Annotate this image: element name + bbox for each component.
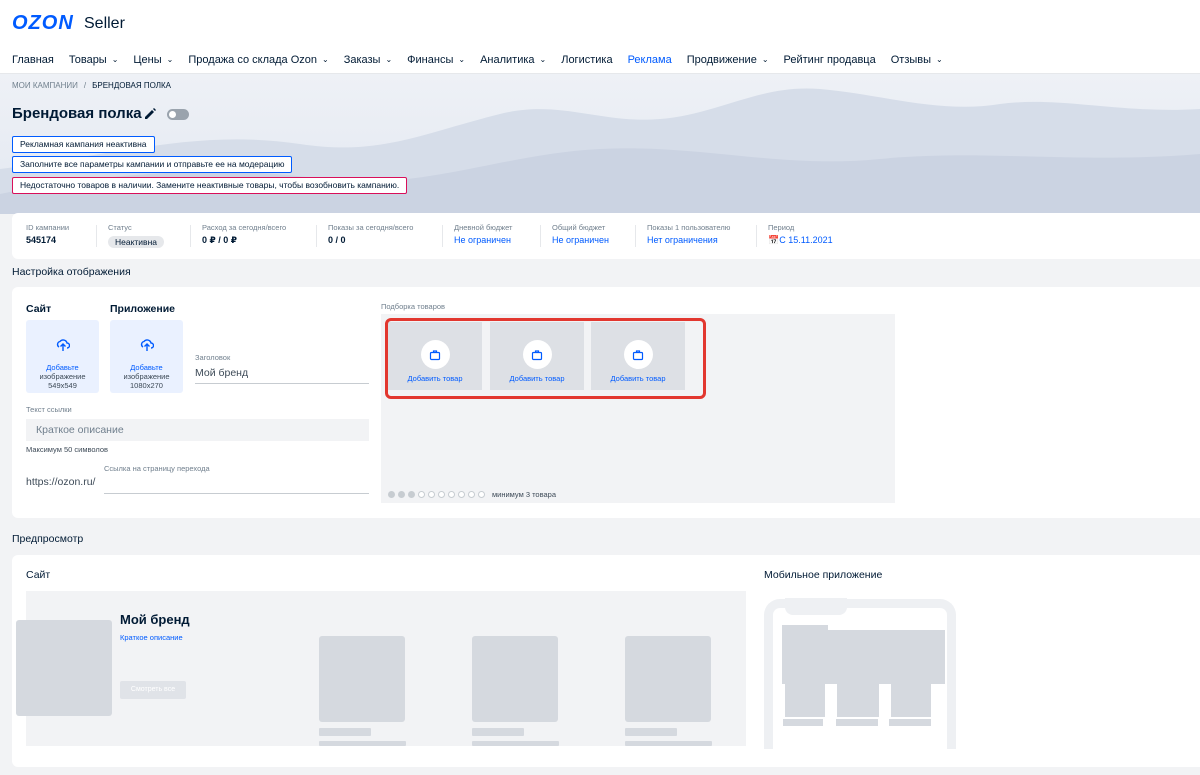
product-count-indicator: минимум 3 товара [388, 490, 556, 499]
nav-item-ads[interactable]: Реклама [628, 54, 672, 66]
stat-shows: Показы за сегодня/всего 0 / 0 [328, 223, 414, 245]
nav-item-promotion[interactable]: Продвижение ⌄ [687, 54, 769, 66]
display-settings-title: Настройка отображения [12, 266, 131, 278]
nav-item-products[interactable]: Товары ⌄ [69, 54, 119, 66]
preview-site-label: Сайт [26, 569, 51, 581]
notice-moderation: Заполните все параметры кампании и отпра… [12, 156, 293, 173]
nav-item-ozon-warehouse[interactable]: Продажа со склада Ozon ⌄ [188, 54, 328, 66]
nav-item-finance[interactable]: Финансы ⌄ [407, 54, 465, 66]
daily-budget-link[interactable]: Не ограничен [454, 235, 512, 245]
chevron-down-icon: ⌄ [458, 55, 466, 64]
top-bar: OZON Seller [0, 0, 1200, 46]
period-link[interactable]: 📅С 15.11.2021 [768, 235, 833, 246]
breadcrumb-current: Брендовая полка [92, 81, 171, 90]
url-label: Ссылка на страницу перехода [104, 464, 210, 473]
campaign-stats: ID кампании 545174 Статус Неактивна Расход… [12, 213, 1200, 259]
preview-title: Предпросмотр [12, 533, 84, 545]
preview-view-all-button: Смотреть все [120, 681, 186, 699]
notice-stock-warning: Недостаточно товаров в наличии. Замените… [12, 177, 408, 194]
url-prefix: https://ozon.ru/ [26, 476, 96, 488]
stat-campaign-id: ID кампании 545174 [26, 223, 70, 245]
total-budget-link[interactable]: Не ограничен [552, 235, 609, 245]
nav-item-reviews[interactable]: Отзывы ⌄ [891, 54, 943, 66]
site-image-upload[interactable]: Добавьте изображение 549x549 [26, 320, 99, 393]
chevron-down-icon: ⌄ [761, 55, 769, 64]
chevron-down-icon: ⌄ [385, 55, 393, 64]
chevron-down-icon: ⌄ [111, 55, 119, 64]
ozon-logo[interactable]: OZON [12, 12, 74, 35]
stat-total-budget: Общий бюджет Не ограничен [552, 223, 609, 245]
annotation-highlight [385, 318, 706, 399]
stat-spend: Расход за сегодня/всего 0 ₽ / 0 ₽ [202, 223, 287, 245]
heading-input[interactable]: Мой бренд [195, 367, 248, 379]
chevron-down-icon: ⌄ [539, 55, 547, 64]
nav-item-home[interactable]: Главная [12, 54, 54, 66]
stat-status: Статус Неактивна [108, 223, 164, 250]
app-label: Приложение [110, 303, 176, 315]
preview-card: Сайт Мобильное приложение Мой бренд Крат… [12, 555, 1200, 767]
url-input[interactable] [104, 493, 369, 494]
site-label: Сайт [26, 303, 52, 315]
upload-icon [56, 339, 70, 351]
breadcrumb: Мои кампании / Брендовая полка [12, 81, 171, 90]
link-text-label: Текст ссылки [26, 405, 72, 414]
stat-daily-budget: Дневной бюджет Не ограничен [454, 223, 513, 245]
brand-image-placeholder [16, 620, 112, 716]
nav-item-prices[interactable]: Цены ⌄ [133, 54, 173, 66]
chevron-down-icon: ⌄ [166, 55, 174, 64]
preview-brand-name: Мой бренд [120, 612, 190, 627]
min-products-hint: минимум 3 товара [492, 490, 557, 499]
product-picker-label: Подборка товаров [381, 302, 446, 311]
seller-logo-text: Seller [84, 15, 125, 32]
nav-item-orders[interactable]: Заказы ⌄ [344, 54, 392, 66]
nav-item-analytics[interactable]: Аналитика ⌄ [480, 54, 546, 66]
max-chars-hint: Максимум 50 символов [26, 445, 108, 454]
pencil-icon[interactable] [143, 107, 157, 121]
breadcrumb-campaigns[interactable]: Мои кампании [12, 81, 78, 90]
status-badge: Неактивна [108, 236, 164, 248]
notice-inactive: Рекламная кампания неактивна [12, 136, 155, 153]
link-text-input[interactable]: Краткое описание [26, 419, 369, 441]
calendar-icon: 📅 [768, 235, 780, 245]
page-title: Брендовая полка [12, 105, 142, 122]
preview-brand-desc: Краткое описание [120, 633, 183, 642]
stat-per-user: Показы 1 пользователю Нет ограничения [647, 223, 731, 245]
main-nav: Главная Товары ⌄ Цены ⌄ Продажа со склада … [0, 46, 1200, 74]
app-image-upload[interactable]: Добавьте изображение 1080x270 [110, 320, 183, 393]
chevron-down-icon: ⌄ [322, 55, 329, 64]
heading-label: Заголовок [195, 353, 231, 362]
nav-item-logistics[interactable]: Логистика [561, 54, 612, 66]
upload-icon [140, 339, 154, 351]
chevron-down-icon: ⌄ [936, 55, 943, 64]
stat-period: Период 📅С 15.11.2021 [768, 223, 833, 246]
per-user-link[interactable]: Нет ограничения [647, 235, 730, 245]
nav-item-seller-rating[interactable]: Рейтинг продавца [784, 54, 876, 66]
campaign-toggle[interactable] [167, 109, 189, 120]
preview-mobile-label: Мобильное приложение [764, 569, 883, 581]
